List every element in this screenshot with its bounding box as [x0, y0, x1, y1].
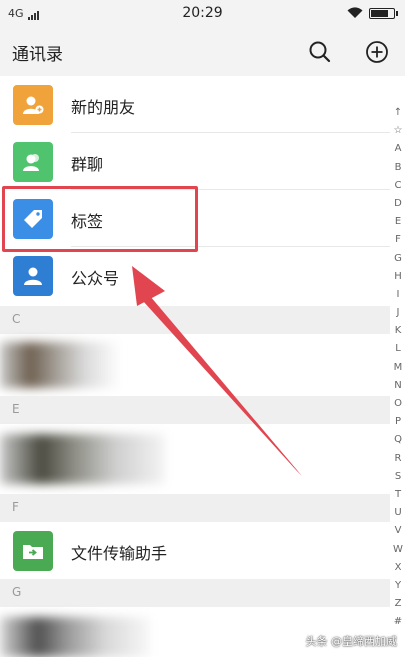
watermark: 头条 @皇缔西加威 — [305, 635, 398, 648]
annotation-arrow — [132, 266, 302, 476]
